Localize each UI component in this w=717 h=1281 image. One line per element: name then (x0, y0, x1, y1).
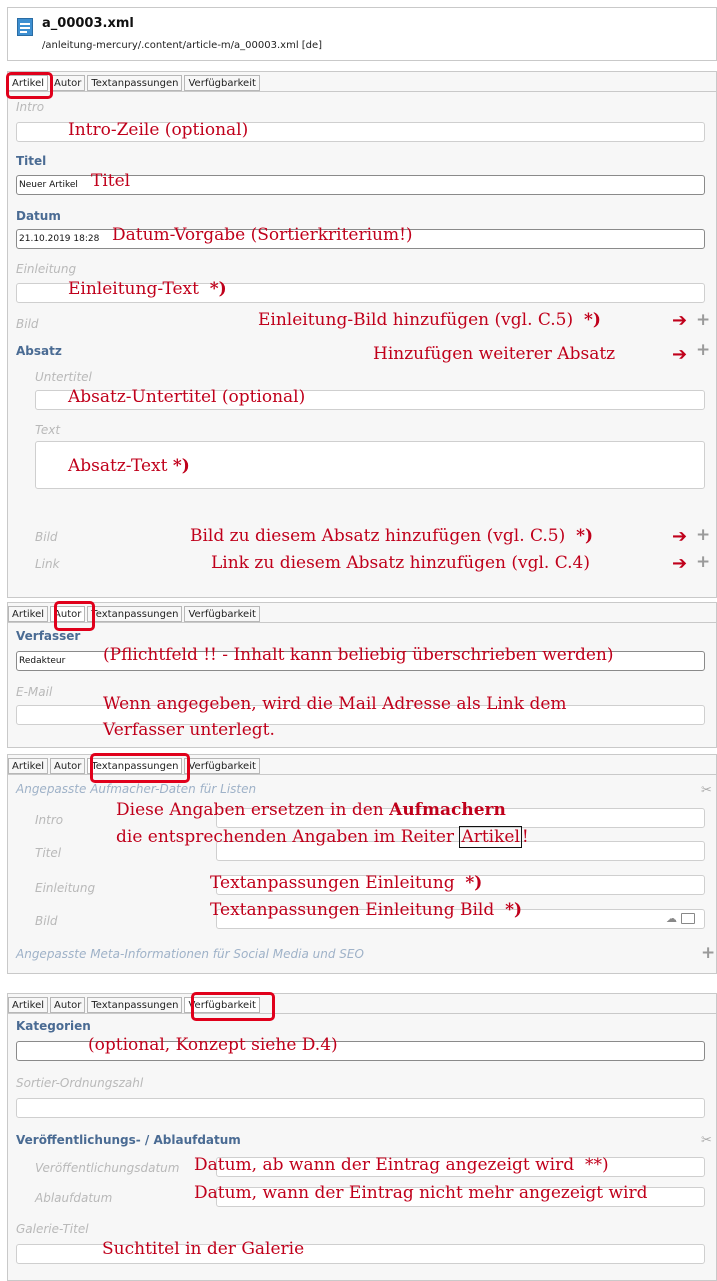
link-note: Link zu diesem Absatz hinzufügen (vgl. C… (211, 553, 590, 573)
titel-value: Neuer Artikel (19, 180, 78, 190)
plus-icon[interactable]: + (696, 552, 710, 572)
sortier-field[interactable] (16, 1098, 705, 1118)
titel-label: Titel (16, 154, 47, 168)
autor-panel: Artikel Autor Textanpassungen Verfügbark… (7, 601, 717, 748)
artikel-panel: Artikel Autor Textanpassungen Verfügbark… (6, 71, 717, 598)
email-note-2: Verfasser unterlegt. (103, 720, 275, 740)
tab-verfuegbarkeit[interactable]: Verfügbarkeit (184, 75, 260, 91)
verfasser-value: Redakteur (19, 656, 66, 666)
datum-label: Datum (16, 209, 61, 223)
tab-artikel[interactable]: Artikel (8, 606, 49, 622)
textanpassungen-panel: Artikel Autor Textanpassungen Verfügbark… (7, 753, 717, 974)
listen-header: Angepasste Aufmacher-Daten für Listen (16, 782, 257, 796)
bild-label: Bild (16, 317, 39, 331)
tab-autor[interactable]: Autor (50, 758, 86, 774)
plus-icon[interactable]: + (696, 525, 710, 545)
veroeff-note: Datum, ab wann der Eintrag angezeigt wir… (194, 1155, 609, 1175)
kategorien-label: Kategorien (16, 1019, 91, 1033)
ablauf-label: Ablaufdatum (35, 1191, 113, 1205)
plus-icon[interactable]: + (696, 310, 710, 330)
intro-note: Intro-Zeile (optional) (68, 120, 249, 140)
text-note: Absatz-Text *) (68, 456, 190, 476)
ta-titel-label: Titel (35, 846, 62, 860)
verfasser-note: (Pflichtfeld !! - Inhalt kann beliebig ü… (103, 645, 614, 665)
tab-bar: Artikel Autor Textanpassungen Verfügbark… (8, 606, 262, 626)
file-name: a_00003.xml (42, 16, 134, 31)
sortier-label: Sortier-Ordnungszahl (16, 1076, 144, 1090)
datum-header: Veröffentlichungs- / Ablaufdatum (16, 1133, 241, 1147)
email-note-1: Wenn angegeben, wird die Mail Adresse al… (103, 694, 567, 714)
titel-note: Titel (91, 171, 131, 191)
datum-value: 21.10.2019 18:28 (19, 234, 100, 244)
absatz-label: Absatz (16, 344, 62, 358)
tab-textanpassungen[interactable]: Textanpassungen (87, 997, 183, 1013)
ta-note-1: Diese Angaben ersetzen in den Aufmachern (116, 800, 506, 820)
scissors-icon[interactable]: ✂ (701, 1133, 712, 1148)
file-header: a_00003.xml /anleitung-mercury/.content/… (7, 7, 717, 61)
ablauf-note-clip: Datum, wann der Eintrag nicht mehr angez… (194, 1180, 717, 1206)
tab-highlight-autor (54, 601, 95, 631)
tab-highlight-artikel (6, 72, 53, 99)
ta-einleitung-note: Textanpassungen Einleitung *) (210, 873, 483, 893)
tab-autor[interactable]: Autor (50, 997, 86, 1013)
file-path: /anleitung-mercury/.content/article-m/a_… (42, 40, 323, 51)
tab-textanpassungen[interactable]: Textanpassungen (87, 606, 183, 622)
tab-textanpassungen[interactable]: Textanpassungen (87, 75, 183, 91)
absatz-note: Hinzufügen weiterer Absatz (373, 344, 616, 364)
untertitel-label: Untertitel (35, 370, 92, 384)
untertitel-note: Absatz-Untertitel (optional) (68, 387, 306, 407)
link-label: Link (35, 557, 60, 571)
arrow-right-icon: ➔ (672, 553, 688, 574)
text-label: Text (35, 423, 61, 437)
tab-artikel[interactable]: Artikel (8, 997, 49, 1013)
galerie-note: Suchtitel in der Galerie (102, 1239, 305, 1259)
plus-icon[interactable]: + (701, 943, 715, 963)
ta-bild-label: Bild (35, 914, 58, 928)
verfuegbarkeit-panel: Artikel Autor Textanpassungen Verfügbark… (7, 992, 717, 1281)
intro-label: Intro (16, 100, 45, 114)
arrow-right-icon: ➔ (672, 526, 688, 547)
galerie-label: Galerie-Titel (16, 1222, 89, 1236)
tab-autor[interactable]: Autor (50, 75, 86, 91)
einleitung-label: Einleitung (16, 262, 77, 276)
tab-highlight-textanpassungen (90, 753, 190, 783)
scissors-icon[interactable]: ✂ (701, 783, 712, 798)
tab-verfuegbarkeit[interactable]: Verfügbarkeit (184, 606, 260, 622)
kategorien-note: (optional, Konzept siehe D.4) (88, 1035, 338, 1055)
ablauf-note: Datum, wann der Eintrag nicht mehr angez… (194, 1183, 648, 1203)
plus-icon[interactable]: + (696, 340, 710, 360)
arrow-right-icon: ➔ (672, 310, 688, 331)
email-label: E-Mail (16, 685, 53, 699)
file-icon (17, 18, 33, 36)
veroeff-label: Veröffentlichungsdatum (35, 1161, 180, 1175)
tab-highlight-verfuegbarkeit (191, 992, 275, 1021)
einleitung-note: Einleitung-Text *) (68, 279, 227, 299)
bild-note: Einleitung-Bild hinzufügen (vgl. C.5) *) (258, 310, 601, 330)
folder-icon[interactable] (681, 913, 695, 924)
absatz-bild-label: Bild (35, 530, 58, 544)
datum-note: Datum-Vorgabe (Sortierkriterium!) (112, 225, 413, 245)
upload-icon[interactable]: ☁ (666, 912, 677, 925)
arrow-right-icon: ➔ (672, 344, 688, 365)
verfasser-label: Verfasser (16, 629, 81, 643)
ta-intro-label: Intro (35, 813, 64, 827)
tab-verfuegbarkeit[interactable]: Verfügbarkeit (184, 758, 260, 774)
ta-einleitung-label: Einleitung (35, 881, 96, 895)
ta-note-2: die entsprechenden Angaben im Reiter Art… (116, 826, 529, 848)
ta-bild-note: Textanpassungen Einleitung Bild *) (210, 900, 522, 920)
tab-artikel[interactable]: Artikel (8, 758, 49, 774)
absatz-bild-note: Bild zu diesem Absatz hinzufügen (vgl. C… (190, 526, 594, 546)
meta-header: Angepasste Meta-Informationen für Social… (16, 947, 364, 961)
